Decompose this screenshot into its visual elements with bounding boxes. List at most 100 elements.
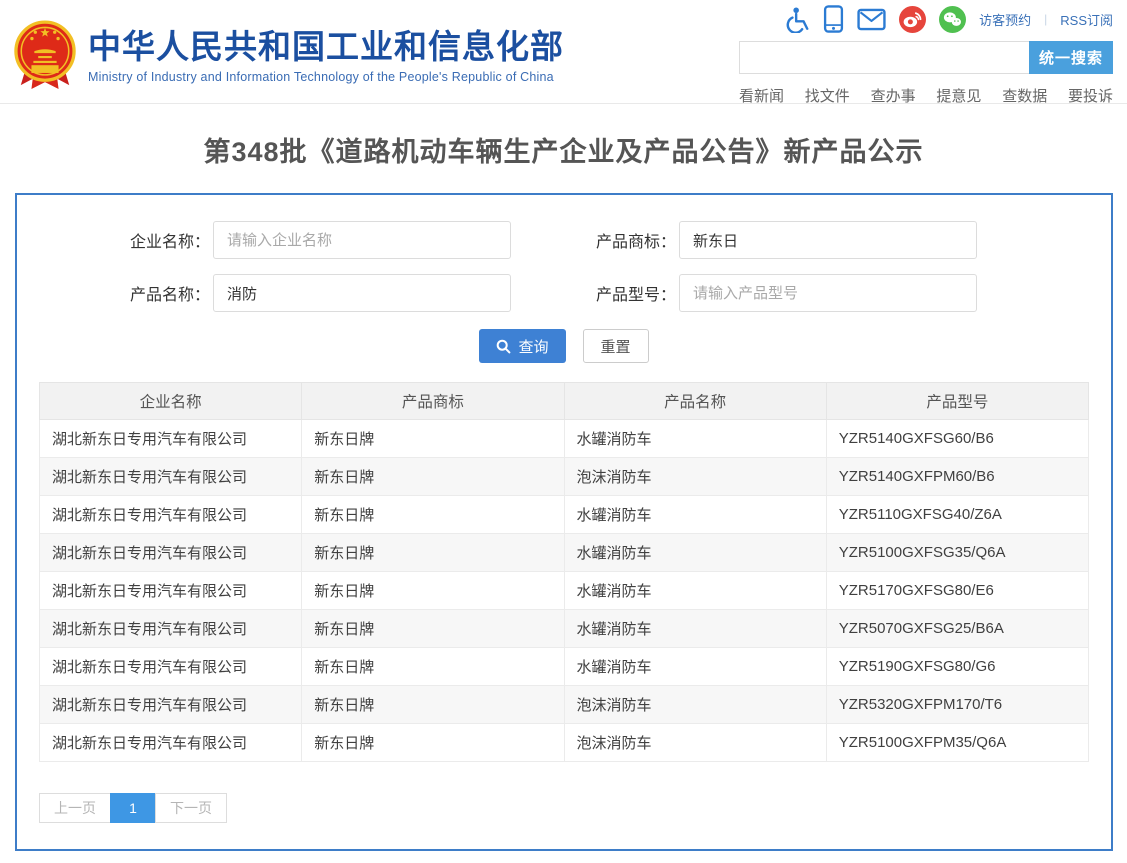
- company-name-input[interactable]: [213, 221, 511, 259]
- table-row: 湖北新东日专用汽车有限公司新东日牌水罐消防车YZR5110GXFSG40/Z6A: [40, 496, 1089, 534]
- nav-item[interactable]: 查办事: [871, 85, 916, 106]
- site-header: 中华人民共和国工业和信息化部 Ministry of Industry and …: [0, 0, 1127, 104]
- product-trademark-input[interactable]: [679, 221, 977, 259]
- table-cell: YZR5100GXFSG35/Q6A: [826, 534, 1088, 572]
- nav-item[interactable]: 提意见: [936, 85, 981, 106]
- table-cell: 新东日牌: [302, 420, 564, 458]
- query-button-label: 查询: [518, 336, 548, 357]
- site-search-input[interactable]: [739, 41, 1029, 74]
- page-title: 第348批《道路机动车辆生产企业及产品公告》新产品公示: [0, 130, 1127, 169]
- announcement-panel: 企业名称： 产品商标： 产品名称： 产品型号：: [15, 193, 1113, 851]
- table-cell: YZR5170GXFSG80/E6: [826, 572, 1088, 610]
- table-cell: YZR5100GXFPM35/Q6A: [826, 724, 1088, 762]
- quick-links-separator: |: [1044, 12, 1047, 26]
- next-page-button[interactable]: 下一页: [155, 793, 227, 823]
- product-name-label: 产品名称：: [130, 281, 210, 305]
- table-row: 湖北新东日专用汽车有限公司新东日牌水罐消防车YZR5070GXFSG25/B6A: [40, 610, 1089, 648]
- table-cell: 新东日牌: [302, 458, 564, 496]
- table-row: 湖北新东日专用汽车有限公司新东日牌水罐消防车YZR5190GXFSG80/G6: [40, 648, 1089, 686]
- table-cell: YZR5320GXFPM170/T6: [826, 686, 1088, 724]
- form-row: 企业名称： 产品商标：: [130, 221, 1111, 259]
- table-cell: YZR5140GXFPM60/B6: [826, 458, 1088, 496]
- table-cell: 湖北新东日专用汽车有限公司: [40, 686, 302, 724]
- product-trademark-label: 产品商标：: [596, 228, 676, 252]
- column-header: 产品名称: [564, 383, 826, 420]
- table-cell: 湖北新东日专用汽车有限公司: [40, 724, 302, 762]
- table-cell: 水罐消防车: [564, 648, 826, 686]
- table-row: 湖北新东日专用汽车有限公司新东日牌泡沫消防车YZR5100GXFPM35/Q6A: [40, 724, 1089, 762]
- unified-search-button[interactable]: 统一搜索: [1029, 41, 1113, 74]
- table-cell: 新东日牌: [302, 686, 564, 724]
- table-cell: 水罐消防车: [564, 610, 826, 648]
- prev-page-button[interactable]: 上一页: [39, 793, 111, 823]
- table-cell: YZR5110GXFSG40/Z6A: [826, 496, 1088, 534]
- table-cell: 泡沫消防车: [564, 724, 826, 762]
- column-header: 企业名称: [40, 383, 302, 420]
- national-emblem-logo: [14, 19, 76, 93]
- form-row: 产品名称： 产品型号：: [130, 274, 1111, 312]
- top-nav: 看新闻找文件查办事提意见查数据要投诉: [739, 85, 1113, 106]
- table-cell: 湖北新东日专用汽车有限公司: [40, 458, 302, 496]
- product-model-input[interactable]: [679, 274, 977, 312]
- company-name-label: 企业名称：: [130, 228, 210, 252]
- results-table: 企业名称产品商标产品名称产品型号 湖北新东日专用汽车有限公司新东日牌水罐消防车Y…: [39, 382, 1089, 762]
- table-cell: 湖北新东日专用汽车有限公司: [40, 610, 302, 648]
- table-cell: 新东日牌: [302, 572, 564, 610]
- nav-item[interactable]: 要投诉: [1068, 85, 1113, 106]
- product-model-label: 产品型号：: [596, 281, 676, 305]
- table-row: 湖北新东日专用汽车有限公司新东日牌水罐消防车YZR5100GXFSG35/Q6A: [40, 534, 1089, 572]
- nav-item[interactable]: 找文件: [805, 85, 850, 106]
- table-cell: 湖北新东日专用汽车有限公司: [40, 496, 302, 534]
- table-cell: 泡沫消防车: [564, 458, 826, 496]
- nav-item[interactable]: 查数据: [1002, 85, 1047, 106]
- query-button[interactable]: 查询: [479, 329, 565, 363]
- query-form: 企业名称： 产品商标： 产品名称： 产品型号：: [17, 195, 1111, 363]
- field-company-name: 企业名称：: [130, 221, 511, 259]
- table-cell: 水罐消防车: [564, 572, 826, 610]
- table-cell: 湖北新东日专用汽车有限公司: [40, 534, 302, 572]
- table-cell: YZR5070GXFSG25/B6A: [826, 610, 1088, 648]
- column-header: 产品型号: [826, 383, 1088, 420]
- column-header: 产品商标: [302, 383, 564, 420]
- header-right: 访客预约 | RSS订阅 统一搜索 看新闻找文件查办事提意见查数据要投诉: [739, 0, 1113, 106]
- table-cell: 湖北新东日专用汽车有限公司: [40, 420, 302, 458]
- site-title-block: 中华人民共和国工业和信息化部 Ministry of Industry and …: [88, 27, 564, 84]
- site-search: 统一搜索: [739, 41, 1113, 74]
- table-row: 湖北新东日专用汽车有限公司新东日牌泡沫消防车YZR5140GXFPM60/B6: [40, 458, 1089, 496]
- mail-icon[interactable]: [857, 8, 886, 31]
- field-product-model: 产品型号：: [596, 274, 977, 312]
- pagination: 上一页 1 下一页: [39, 793, 1111, 823]
- table-cell: 水罐消防车: [564, 420, 826, 458]
- header-toolbar: 访客预约 | RSS订阅: [739, 5, 1113, 33]
- table-cell: 新东日牌: [302, 648, 564, 686]
- site-title: 中华人民共和国工业和信息化部: [88, 27, 564, 67]
- table-header-row: 企业名称产品商标产品名称产品型号: [40, 383, 1089, 420]
- wechat-icon[interactable]: [939, 6, 966, 33]
- table-cell: 水罐消防车: [564, 534, 826, 572]
- accessibility-icon[interactable]: [786, 6, 810, 33]
- weibo-icon[interactable]: [899, 6, 926, 33]
- table-cell: YZR5190GXFSG80/G6: [826, 648, 1088, 686]
- product-name-input[interactable]: [213, 274, 511, 312]
- visitor-appointment-link[interactable]: 访客预约: [979, 10, 1031, 29]
- mobile-icon[interactable]: [823, 5, 844, 33]
- table-cell: 泡沫消防车: [564, 686, 826, 724]
- table-row: 湖北新东日专用汽车有限公司新东日牌水罐消防车YZR5170GXFSG80/E6: [40, 572, 1089, 610]
- table-cell: YZR5140GXFSG60/B6: [826, 420, 1088, 458]
- table-row: 湖北新东日专用汽车有限公司新东日牌水罐消防车YZR5140GXFSG60/B6: [40, 420, 1089, 458]
- search-icon: [496, 339, 511, 354]
- rss-subscribe-link[interactable]: RSS订阅: [1060, 10, 1113, 29]
- current-page-button[interactable]: 1: [110, 793, 156, 823]
- table-cell: 湖北新东日专用汽车有限公司: [40, 648, 302, 686]
- table-body: 湖北新东日专用汽车有限公司新东日牌水罐消防车YZR5140GXFSG60/B6湖…: [40, 420, 1089, 762]
- table-row: 湖北新东日专用汽车有限公司新东日牌泡沫消防车YZR5320GXFPM170/T6: [40, 686, 1089, 724]
- site-subtitle: Ministry of Industry and Information Tec…: [88, 70, 564, 84]
- nav-item[interactable]: 看新闻: [739, 85, 784, 106]
- table-cell: 湖北新东日专用汽车有限公司: [40, 572, 302, 610]
- table-cell: 新东日牌: [302, 610, 564, 648]
- table-cell: 新东日牌: [302, 534, 564, 572]
- field-product-name: 产品名称：: [130, 274, 511, 312]
- table-cell: 新东日牌: [302, 724, 564, 762]
- table-cell: 新东日牌: [302, 496, 564, 534]
- reset-button[interactable]: 重置: [583, 329, 649, 363]
